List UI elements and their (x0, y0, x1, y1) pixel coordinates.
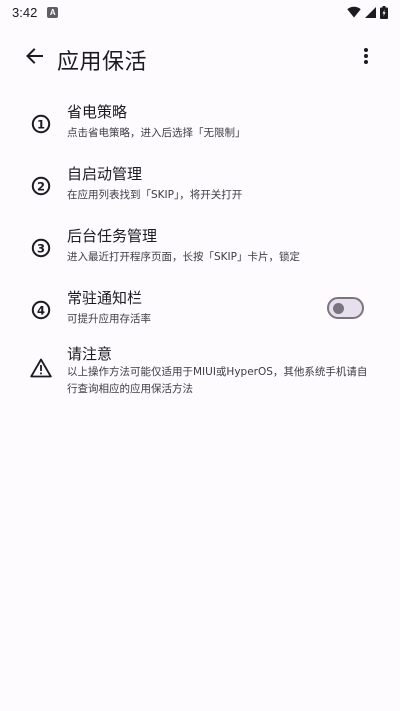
arrow-back-icon (25, 47, 43, 69)
notice-block: 请注意 以上操作方法可能仅适用于MIUI或HyperOS，其他系统手机请自行查询… (0, 338, 400, 404)
step-description: 进入最近打开程序页面，长按「SKIP」卡片，锁定 (67, 251, 300, 263)
battery-icon (380, 5, 388, 19)
more-options-button[interactable] (354, 42, 378, 74)
page-title: 应用保活 (57, 50, 148, 75)
notice-title: 请注意 (67, 345, 113, 363)
step-item-autostart[interactable]: 2 自启动管理 在应用列表找到「SKIP」，将开关打开 (0, 158, 400, 214)
warning-icon (30, 358, 52, 378)
step-description: 点击省电策略，进入后选择「无限制」 (67, 127, 246, 139)
persistent-notification-toggle[interactable] (327, 297, 364, 319)
screen: 3:42 A 应用保活 1 省电策略 点击省电策略，进入后选择「无限制」 2 自… (0, 0, 400, 711)
wifi-icon (347, 6, 361, 18)
step-title: 常驻通知栏 (67, 289, 143, 307)
svg-text:3: 3 (37, 241, 45, 255)
toggle-knob (333, 303, 344, 314)
notification-badge: A (47, 6, 59, 18)
signal-icon (365, 6, 376, 18)
status-bar: 3:42 A (0, 0, 400, 24)
svg-text:4: 4 (37, 303, 45, 317)
step-title: 省电策略 (67, 103, 128, 121)
number-four-circle-icon: 4 (31, 300, 51, 320)
step-description: 可提升应用存活率 (67, 313, 151, 325)
back-button[interactable] (18, 42, 50, 74)
number-two-circle-icon: 2 (31, 176, 51, 196)
step-item-background-tasks[interactable]: 3 后台任务管理 进入最近打开程序页面，长按「SKIP」卡片，锁定 (0, 220, 400, 276)
step-title: 后台任务管理 (67, 227, 158, 245)
step-title: 自启动管理 (67, 165, 143, 183)
svg-text:1: 1 (37, 117, 45, 131)
step-description: 在应用列表找到「SKIP」，将开关打开 (67, 189, 243, 201)
notice-description: 以上操作方法可能仅适用于MIUI或HyperOS，其他系统手机请自行查询相应的应… (67, 366, 368, 395)
step-item-power-saving[interactable]: 1 省电策略 点击省电策略，进入后选择「无限制」 (0, 96, 400, 152)
number-one-circle-icon: 1 (31, 114, 51, 134)
status-icons (347, 5, 388, 19)
svg-text:2: 2 (37, 179, 45, 193)
more-vert-icon (364, 48, 368, 68)
status-time: 3:42 (12, 4, 38, 20)
step-item-persistent-notification[interactable]: 4 常驻通知栏 可提升应用存活率 (0, 282, 400, 338)
app-bar: 应用保活 (0, 34, 400, 82)
number-three-circle-icon: 3 (31, 238, 51, 258)
